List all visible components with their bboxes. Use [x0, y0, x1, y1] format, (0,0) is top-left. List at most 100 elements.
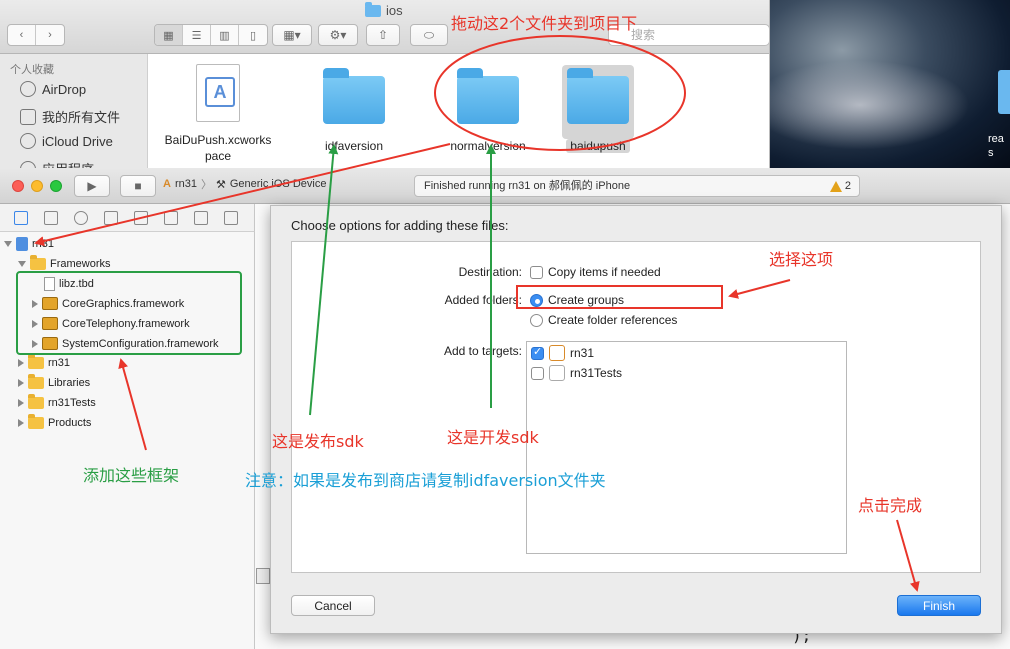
- sidebar-item-airdrop[interactable]: AirDrop: [20, 81, 86, 97]
- project-navigator-icon[interactable]: [14, 211, 28, 225]
- share-button[interactable]: ⇧: [366, 24, 400, 46]
- arrange-button[interactable]: ▦▾: [272, 24, 312, 46]
- checkbox-unchecked-icon[interactable]: [531, 366, 544, 380]
- symbol-navigator-icon[interactable]: [44, 211, 58, 225]
- scheme-selector[interactable]: A rn31 〉 ⚒ Generic iOS Device: [163, 176, 326, 192]
- disclosure-closed-icon[interactable]: [18, 419, 24, 427]
- disclosure-closed-icon[interactable]: [32, 319, 38, 328]
- project-icon: [16, 237, 28, 251]
- debug-navigator-icon[interactable]: [164, 211, 178, 225]
- tree-row-systemconfiguration[interactable]: SystemConfiguration.framework: [32, 337, 219, 350]
- options-panel: Destination: Copy items if needed Added …: [291, 241, 981, 573]
- cover-flow-button[interactable]: ▯: [239, 25, 267, 45]
- sheet-title: Choose options for adding these files:: [291, 218, 509, 233]
- close-window-button[interactable]: [12, 180, 24, 192]
- sidebar-item-label: 应用程序: [42, 159, 94, 168]
- view-mode-switcher: ▦ ☰ ▥ ▯: [154, 24, 268, 46]
- chevron-right-icon: 〉: [200, 179, 212, 191]
- desktop-wallpaper: rea s: [770, 0, 1010, 168]
- annotation-click-finish: 点击完成: [858, 496, 923, 515]
- group-folder-icon: [28, 414, 44, 429]
- forward-button[interactable]: ›: [36, 25, 64, 45]
- issue-navigator-icon[interactable]: [104, 211, 118, 225]
- radio-unselected-icon: [530, 313, 543, 327]
- create-groups-radio[interactable]: Create groups: [530, 293, 624, 307]
- list-view-button[interactable]: ☰: [183, 25, 211, 45]
- create-folder-references-radio[interactable]: Create folder references: [530, 313, 677, 327]
- find-navigator-icon[interactable]: [74, 211, 88, 225]
- report-navigator-icon[interactable]: [224, 211, 238, 225]
- cancel-button[interactable]: Cancel: [291, 595, 375, 616]
- xcode-toolbar: ▶ ■ A rn31 〉 ⚒ Generic iOS Device Finish…: [0, 168, 1010, 204]
- target-row-rn31[interactable]: rn31: [531, 345, 594, 361]
- finder-file-grid: BaiDuPush.xcworks pace idfaversion norma…: [148, 54, 769, 168]
- copy-items-checkbox[interactable]: Copy items if needed: [530, 265, 661, 279]
- tree-label: rn31: [32, 238, 55, 250]
- group-folder-icon: [28, 374, 44, 389]
- tree-row-libz[interactable]: libz.tbd: [44, 277, 94, 291]
- disclosure-open-icon[interactable]: [4, 241, 12, 247]
- finder-toolbar: ios ‹ › ▦ ☰ ▥ ▯ ▦▾ ⚙▾ ⇧ ⬭ 搜索: [0, 0, 769, 54]
- create-groups-label: Create groups: [548, 293, 625, 307]
- tree-label: CoreGraphics.framework: [62, 297, 185, 310]
- back-button[interactable]: ‹: [8, 25, 36, 45]
- sidebar-item-label: AirDrop: [42, 81, 87, 97]
- tree-label: Products: [48, 417, 92, 429]
- disclosure-closed-icon[interactable]: [32, 299, 38, 308]
- applications-icon: [20, 160, 36, 168]
- scheme-name: rn31: [174, 178, 197, 190]
- finish-button[interactable]: Finish: [897, 595, 981, 616]
- warning-indicator[interactable]: 2: [829, 176, 851, 196]
- tree-row-coregraphics[interactable]: CoreGraphics.framework: [32, 297, 184, 310]
- app-target-icon: [549, 345, 565, 361]
- disclosure-open-icon[interactable]: [18, 261, 26, 267]
- tree-row-products[interactable]: Products: [18, 414, 92, 429]
- folder-normalversion[interactable]: normalversion: [438, 68, 538, 154]
- disclosure-closed-icon[interactable]: [18, 379, 24, 387]
- tree-row-coretelephony[interactable]: CoreTelephony.framework: [32, 317, 190, 330]
- tree-row-rn31tests[interactable]: rn31Tests: [18, 394, 96, 409]
- target-row-rn31tests[interactable]: rn31Tests: [531, 365, 622, 381]
- device-name: Generic iOS Device: [229, 178, 327, 190]
- minimize-window-button[interactable]: [31, 180, 43, 192]
- disclosure-closed-icon[interactable]: [32, 339, 38, 348]
- sidebar-item-icloud[interactable]: iCloud Drive: [20, 133, 113, 149]
- target-name: rn31: [570, 346, 595, 360]
- sidebar-item-all-files[interactable]: 我的所有文件: [20, 107, 120, 126]
- editor-control-icon[interactable]: [256, 568, 270, 584]
- tree-row-rn31[interactable]: rn31: [18, 354, 70, 369]
- folder-baidupush[interactable]: baidupush: [556, 68, 640, 154]
- all-files-icon: [20, 108, 36, 125]
- tags-button[interactable]: ⬭: [410, 24, 448, 46]
- tree-row-project[interactable]: rn31: [4, 237, 54, 251]
- stop-button[interactable]: ■: [120, 175, 156, 197]
- cloud-icon: [20, 133, 36, 149]
- breakpoint-navigator-icon[interactable]: [194, 211, 208, 225]
- checkbox-unchecked-icon: [530, 265, 543, 279]
- tree-row-libraries[interactable]: Libraries: [18, 374, 90, 389]
- run-button[interactable]: ▶: [74, 175, 110, 197]
- radio-selected-icon: [530, 293, 543, 307]
- group-folder-icon: [28, 394, 44, 409]
- destination-label: Destination:: [458, 265, 522, 279]
- action-gear-button[interactable]: ⚙▾: [318, 24, 358, 46]
- column-view-button[interactable]: ▥: [211, 25, 239, 45]
- tree-label: SystemConfiguration.framework: [62, 337, 219, 350]
- folder-idfaversion[interactable]: idfaversion: [308, 68, 400, 154]
- create-refs-label: Create folder references: [548, 313, 678, 327]
- tree-label: rn31Tests: [48, 397, 96, 409]
- zoom-window-button[interactable]: [50, 180, 62, 192]
- back-forward-buttons: ‹ ›: [7, 24, 65, 46]
- disclosure-closed-icon[interactable]: [18, 359, 24, 367]
- tree-row-frameworks[interactable]: Frameworks: [18, 255, 111, 270]
- disclosure-closed-icon[interactable]: [18, 399, 24, 407]
- file-baidupush-xcworkspace[interactable]: BaiDuPush.xcworks pace: [160, 64, 276, 164]
- icon-view-button[interactable]: ▦: [155, 25, 183, 45]
- add-to-targets-label: Add to targets:: [443, 344, 522, 358]
- finder-sidebar: 个人收藏 AirDrop 我的所有文件 iCloud Drive 应用程序: [0, 54, 148, 168]
- checkbox-checked-icon[interactable]: [531, 345, 544, 360]
- app-target-icon: A: [163, 178, 171, 190]
- test-navigator-icon[interactable]: [134, 211, 148, 225]
- sidebar-item-applications[interactable]: 应用程序: [20, 159, 94, 168]
- desktop-file-icon[interactable]: [998, 70, 1010, 114]
